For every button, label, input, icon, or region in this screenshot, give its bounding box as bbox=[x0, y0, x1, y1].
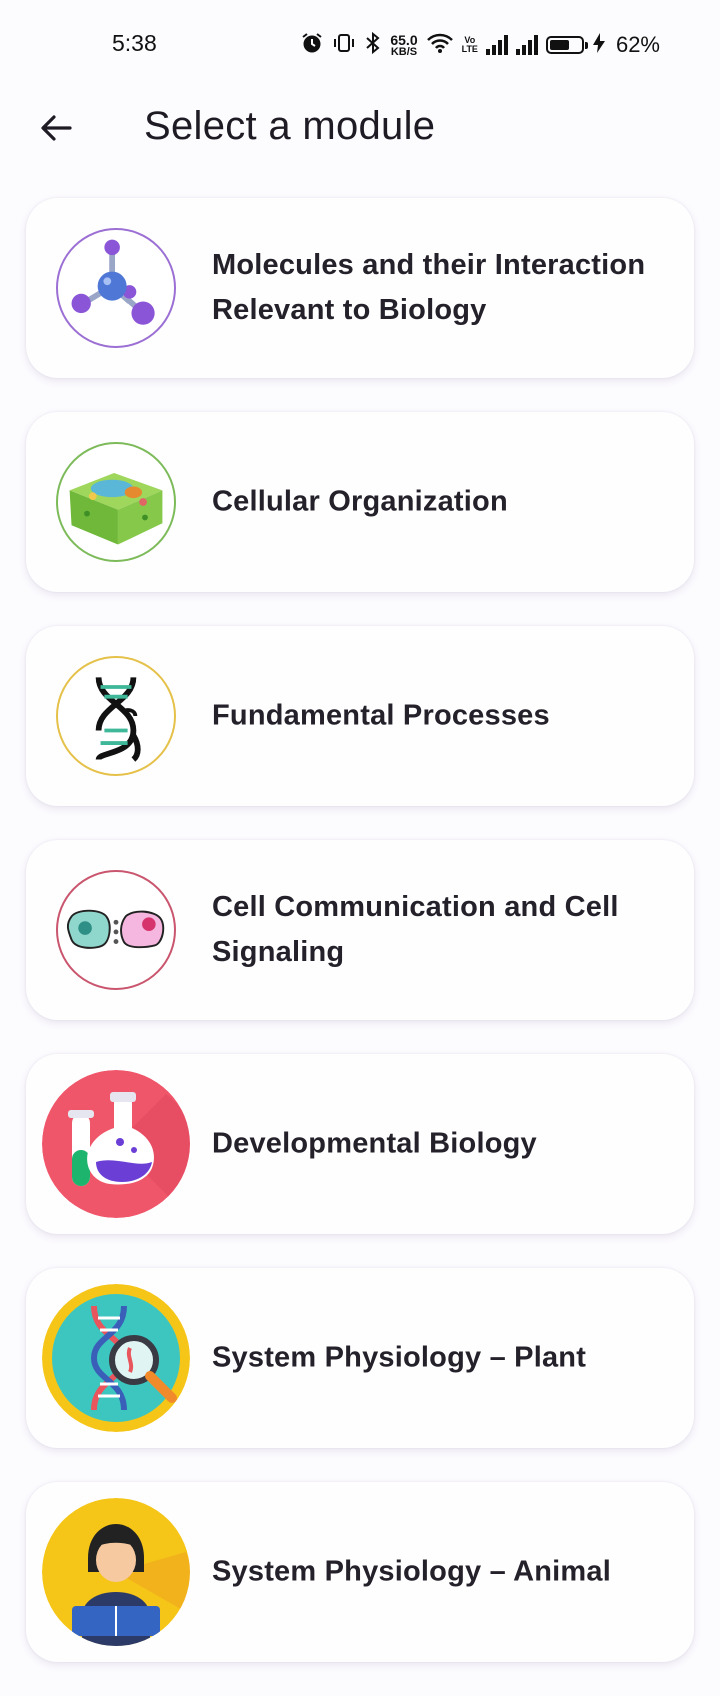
module-card-cellular-organization[interactable]: Cellular Organization bbox=[26, 412, 694, 592]
wifi-icon bbox=[426, 32, 454, 59]
volte-icon: Vo LTE bbox=[462, 36, 478, 54]
module-label: Developmental Biology bbox=[212, 1127, 537, 1160]
battery-icon bbox=[545, 36, 588, 54]
plant-cell-icon bbox=[56, 442, 176, 562]
status-bar: 5:38 65.0 KB/S Vo LTE 62% bbox=[0, 0, 720, 90]
module-list: Molecules and their Interaction Relevant… bbox=[26, 198, 694, 1696]
module-label: Molecules and their Interaction Relevant… bbox=[212, 249, 646, 326]
status-icons: 65.0 KB/S Vo LTE 62% bbox=[300, 30, 660, 60]
charging-icon bbox=[592, 32, 606, 59]
bluetooth-icon bbox=[364, 31, 382, 60]
vibrate-icon bbox=[332, 31, 356, 60]
module-label: Cellular Organization bbox=[212, 485, 508, 518]
module-label: System Physiology – Plant bbox=[212, 1341, 587, 1374]
module-card-molecules[interactable]: Molecules and their Interaction Relevant… bbox=[26, 198, 694, 378]
alarm-icon bbox=[300, 31, 324, 60]
dna-icon bbox=[56, 656, 176, 776]
dna-magnifier-icon bbox=[42, 1284, 190, 1432]
back-button[interactable] bbox=[30, 104, 82, 156]
status-time: 5:38 bbox=[112, 30, 157, 56]
module-label: Cell Communication and Cell Signaling bbox=[212, 891, 619, 968]
lab-flask-icon bbox=[42, 1070, 190, 1218]
battery-fill bbox=[549, 40, 569, 50]
signal-icon bbox=[485, 35, 508, 55]
cell-signaling-icon bbox=[56, 870, 176, 990]
app-bar: Select a module bbox=[0, 90, 720, 170]
module-card-system-physiology-animal[interactable]: System Physiology – Animal bbox=[26, 1482, 694, 1662]
module-card-system-physiology-plant[interactable]: System Physiology – Plant bbox=[26, 1268, 694, 1448]
molecule-icon bbox=[56, 228, 176, 348]
signal-icon bbox=[515, 35, 538, 55]
module-card-cell-communication[interactable]: Cell Communication and Cell Signaling bbox=[26, 840, 694, 1020]
module-card-developmental-biology[interactable]: Developmental Biology bbox=[26, 1054, 694, 1234]
arrow-left-icon bbox=[38, 110, 74, 151]
network-speed-value: 65.0 bbox=[390, 31, 418, 48]
network-speed: 65.0 KB/S bbox=[390, 31, 418, 58]
module-label: System Physiology – Animal bbox=[212, 1555, 611, 1588]
module-label: Fundamental Processes bbox=[212, 699, 550, 732]
volte-bottom-label: LTE bbox=[461, 44, 478, 54]
module-card-fundamental-processes[interactable]: Fundamental Processes bbox=[26, 626, 694, 806]
reader-person-icon bbox=[42, 1498, 190, 1646]
page-title: Select a module bbox=[144, 104, 436, 148]
battery-percent: 62% bbox=[615, 32, 660, 57]
network-speed-unit: KB/S bbox=[390, 45, 418, 58]
